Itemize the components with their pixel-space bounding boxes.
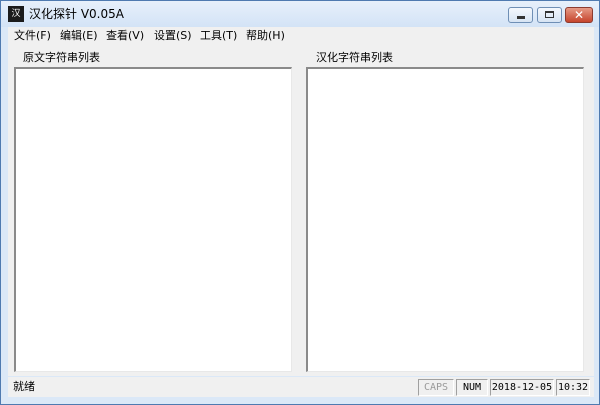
maximize-icon (545, 11, 554, 18)
close-icon: ✕ (573, 8, 585, 22)
menu-edit[interactable]: 编辑(E) (60, 28, 98, 44)
status-bar: 就绪 CAPS NUM 2018-12-05 10:32 (8, 377, 594, 397)
menu-help[interactable]: 帮助(H) (246, 28, 285, 44)
status-time: 10:32 (556, 379, 590, 396)
maximize-button[interactable] (537, 7, 562, 23)
client-area: 原文字符串列表 汉化字符串列表 (8, 45, 594, 376)
menu-settings[interactable]: 设置(S) (154, 28, 192, 44)
menu-bar: 文件(F) 编辑(E) 查看(V) 设置(S) 工具(T) 帮助(H) (8, 27, 594, 45)
translated-strings-list[interactable] (306, 67, 584, 372)
menu-file[interactable]: 文件(F) (14, 28, 51, 44)
caps-lock-indicator: CAPS (418, 379, 454, 396)
app-icon[interactable]: 汉 (8, 6, 24, 22)
title-bar[interactable]: 汉 汉化探针 V0.05A ✕ (1, 1, 599, 27)
close-button[interactable]: ✕ (565, 7, 593, 23)
minimize-icon (517, 16, 525, 19)
window-title: 汉化探针 V0.05A (29, 7, 124, 21)
source-strings-label: 原文字符串列表 (21, 51, 102, 65)
status-date: 2018-12-05 (490, 379, 554, 396)
menu-view[interactable]: 查看(V) (106, 28, 144, 44)
app-window: 汉 汉化探针 V0.05A ✕ 文件(F) 编辑(E) 查看(V) 设置(S) … (0, 0, 600, 405)
source-strings-list[interactable] (14, 67, 292, 372)
num-lock-indicator: NUM (456, 379, 488, 396)
menu-tools[interactable]: 工具(T) (200, 28, 237, 44)
status-text: 就绪 (13, 380, 35, 393)
minimize-button[interactable] (508, 7, 533, 23)
translated-strings-label: 汉化字符串列表 (314, 51, 395, 65)
